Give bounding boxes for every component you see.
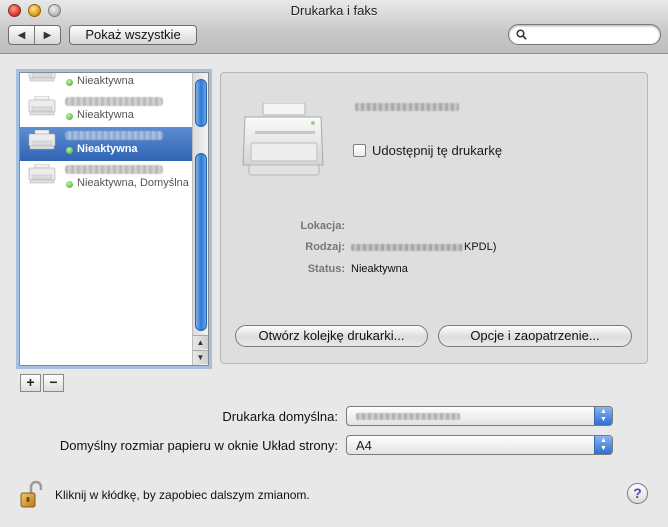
printer-name	[355, 103, 459, 111]
printer-status: Nieaktywna, Domyślna	[77, 177, 189, 189]
printer-list-item[interactable]: Nieaktywna	[20, 73, 192, 93]
paper-size-popup[interactable]: A4 ▲ ▼	[346, 435, 613, 455]
printer-status: Nieaktywna	[77, 109, 134, 121]
printer-detail-panel: Udostępnij tę drukarkę Lokacja: Rodzaj: …	[220, 72, 648, 364]
kind-value-suffix: KPDL)	[464, 241, 497, 253]
list-scrollbar[interactable]: ▲ ▼	[192, 73, 208, 365]
forward-button[interactable]: ▶	[34, 26, 60, 44]
remove-printer-button[interactable]: −	[43, 374, 64, 392]
paper-size-label: Domyślny rozmiar papieru w oknie Układ s…	[59, 438, 338, 453]
printer-list-content: Nieaktywna Nieaktywna Nieaktywna Nieaktywna…	[20, 73, 192, 365]
lock-message: Kliknij w kłódkę, by zapobiec dalszym zm…	[55, 488, 310, 502]
scroll-thumb-top[interactable]	[195, 79, 207, 127]
default-printer-value	[356, 413, 460, 420]
kind-value: KPDL)	[351, 241, 496, 253]
printer-list-item[interactable]: Nieaktywna	[20, 93, 192, 127]
add-printer-button[interactable]: +	[20, 374, 41, 392]
location-label: Lokacja:	[300, 220, 345, 232]
scroll-up-arrow[interactable]: ▲	[193, 335, 208, 349]
kind-label: Rodzaj:	[305, 241, 345, 253]
printer-icon	[28, 96, 56, 116]
status-value: Nieaktywna	[351, 263, 408, 275]
printer-icon	[28, 130, 56, 150]
status-indicator-icon	[66, 79, 73, 86]
open-print-queue-button[interactable]: Otwórz kolejkę drukarki...	[235, 325, 428, 347]
printer-list-item[interactable]: Nieaktywna, Domyślna	[20, 161, 192, 195]
printer-list[interactable]: Nieaktywna Nieaktywna Nieaktywna Nieaktywna…	[19, 72, 209, 366]
status-indicator-icon	[66, 147, 73, 154]
status-label: Status:	[307, 263, 345, 275]
search-field[interactable]	[508, 24, 661, 45]
scroll-thumb[interactable]	[195, 153, 207, 331]
back-forward-control: ◀ ▶	[8, 25, 61, 45]
show-all-button[interactable]: Pokaż wszystkie	[69, 25, 197, 45]
printer-fax-window: Drukarka i faks ◀ ▶ Pokaż wszystkie Niea…	[0, 0, 668, 527]
share-printer-option[interactable]: Udostępnij tę drukarkę	[353, 143, 502, 158]
scroll-down-arrow[interactable]: ▼	[193, 350, 208, 364]
printer-list-item[interactable]: Nieaktywna	[20, 127, 192, 161]
status-indicator-icon	[66, 113, 73, 120]
printer-status: Nieaktywna	[77, 143, 138, 155]
help-button[interactable]: ?	[627, 483, 648, 504]
kind-value-redacted	[351, 243, 463, 251]
window-title: Drukarka i faks	[290, 3, 378, 18]
status-indicator-icon	[66, 181, 73, 188]
popup-arrows-icon: ▲ ▼	[594, 436, 612, 454]
share-printer-label: Udostępnij tę drukarkę	[372, 143, 503, 158]
printer-icon	[242, 103, 324, 176]
paper-size-value: A4	[356, 438, 372, 453]
search-icon	[516, 29, 527, 40]
printer-name	[65, 131, 163, 140]
printer-icon	[28, 73, 56, 82]
default-printer-popup[interactable]: ▲ ▼	[346, 406, 613, 426]
printer-status: Nieaktywna	[77, 75, 134, 87]
default-printer-label: Drukarka domyślna:	[222, 409, 338, 424]
options-supplies-button[interactable]: Opcje i zaopatrzenie...	[438, 325, 632, 347]
lock-icon[interactable]	[20, 480, 42, 508]
popup-arrows-icon: ▲ ▼	[594, 407, 612, 425]
printer-icon	[28, 164, 56, 184]
printer-name	[65, 97, 163, 106]
share-printer-checkbox[interactable]	[353, 144, 366, 157]
printer-name	[65, 165, 163, 174]
back-button[interactable]: ◀	[9, 26, 34, 44]
titlebar: Drukarka i faks ◀ ▶ Pokaż wszystkie	[0, 0, 668, 54]
